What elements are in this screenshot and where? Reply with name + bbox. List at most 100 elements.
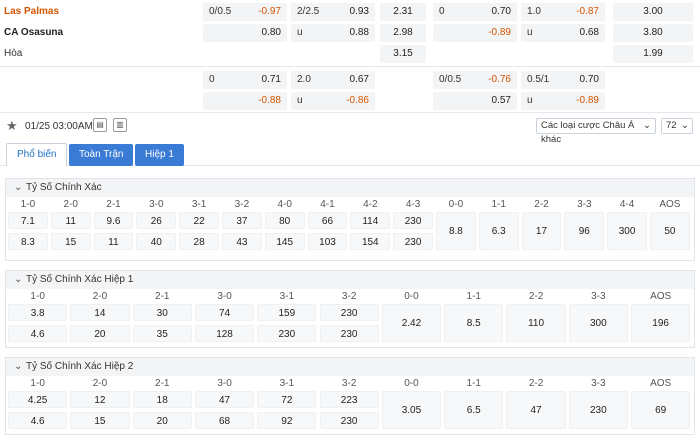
score-odds-cell[interactable]: 8.3 <box>8 233 48 250</box>
odds-cell[interactable]: -0.88 <box>203 92 287 110</box>
score-odds-cell[interactable]: 103 <box>307 233 348 250</box>
odds-cell[interactable]: 0.80 <box>203 24 287 42</box>
score-header: 4-1 <box>320 199 335 210</box>
score-odds-cell[interactable]: 12 <box>70 391 130 408</box>
odds-cell[interactable]: 0.5/1 0.70 <box>521 71 605 89</box>
odds-cell[interactable]: u -0.86 <box>291 92 375 110</box>
score-odds-cell[interactable]: 47 <box>506 391 566 429</box>
score-odds-cell[interactable]: 6.5 <box>444 391 504 429</box>
score-odds-cell[interactable]: 20 <box>132 412 192 429</box>
chevron-down-icon: ⌄ <box>14 182 23 193</box>
score-odds-cell[interactable]: 20 <box>70 325 130 342</box>
stats-chart-icon[interactable]: ▥ <box>113 118 127 132</box>
score-odds-cell[interactable]: 230 <box>393 233 433 250</box>
odds-cell[interactable]: 2.98 <box>380 24 426 42</box>
score-odds-cell[interactable]: 80 <box>264 212 305 229</box>
score-odds-cell[interactable]: 4.25 <box>8 391 68 408</box>
score-odds-cell[interactable]: 74 <box>194 304 255 321</box>
score-odds-cell[interactable]: 9.6 <box>93 212 134 229</box>
odds-cell[interactable]: 0/0.5 -0.76 <box>433 71 517 89</box>
score-header: 2-2 <box>528 291 544 302</box>
odds-cell[interactable]: u 0.88 <box>291 24 375 42</box>
panel-header[interactable]: ⌄ Tỷ Số Chính Xác <box>6 179 694 197</box>
odds-cell[interactable]: 0/0.5 -0.97 <box>203 3 287 21</box>
score-odds-cell[interactable]: 230 <box>393 212 433 229</box>
panel-header[interactable]: ⌄ Tỷ Số Chính Xác Hiệp 1 <box>6 271 694 289</box>
score-odds-cell[interactable]: 47 <box>194 391 255 408</box>
score-odds-cell[interactable]: 114 <box>350 212 391 229</box>
score-header: 3-0 <box>217 378 232 389</box>
score-odds-cell[interactable]: 14 <box>70 304 130 321</box>
score-odds-cell[interactable]: 230 <box>319 412 379 429</box>
odds-cell[interactable]: u -0.89 <box>521 92 605 110</box>
score-odds-cell[interactable]: 230 <box>319 304 379 321</box>
score-odds-cell[interactable]: 145 <box>264 233 305 250</box>
star-icon[interactable]: ★ <box>6 118 18 134</box>
score-odds-cell[interactable]: 72 <box>257 391 317 408</box>
odds-cell[interactable]: 2.31 <box>380 3 426 21</box>
score-odds-cell[interactable]: 223 <box>319 391 379 408</box>
odds-cell[interactable]: 3.15 <box>380 45 426 63</box>
score-odds-cell[interactable]: 196 <box>631 304 691 342</box>
score-odds-cell[interactable]: 110 <box>506 304 566 342</box>
odds-cell[interactable]: 3.00 <box>613 3 693 21</box>
bet-type-dropdown[interactable]: Các loại cược Châu Á khác ⌄ <box>536 118 656 145</box>
score-odds-cell[interactable]: 28 <box>179 233 219 250</box>
score-odds-cell[interactable]: 7.1 <box>8 212 48 229</box>
panel-header[interactable]: ⌄ Tỷ Số Chính Xác Hiệp 2 <box>6 358 694 376</box>
score-odds-cell[interactable]: 18 <box>132 391 192 408</box>
score-header: 2-0 <box>63 199 78 210</box>
score-odds-cell[interactable]: 230 <box>257 325 317 342</box>
score-odds-cell[interactable]: 3.05 <box>381 391 442 429</box>
score-odds-cell[interactable]: 37 <box>222 212 262 229</box>
odds-cell[interactable]: 0 0.70 <box>433 3 517 21</box>
score-odds-cell[interactable]: 8.5 <box>444 304 504 342</box>
score-odds-cell[interactable]: 35 <box>132 325 192 342</box>
score-odds-cell[interactable]: 159 <box>257 304 317 321</box>
score-odds-cell[interactable]: 128 <box>194 325 255 342</box>
odds-cell[interactable]: 2/2.5 0.93 <box>291 3 375 21</box>
score-odds-cell[interactable]: 300 <box>607 212 647 250</box>
calendar-icon[interactable]: ▤ <box>93 118 107 132</box>
score-odds-cell[interactable]: 230 <box>319 325 379 342</box>
score-odds-cell[interactable]: 26 <box>136 212 177 229</box>
score-odds-cell[interactable]: 11 <box>93 233 134 250</box>
score-odds-cell[interactable]: 230 <box>568 391 628 429</box>
score-odds-cell[interactable]: 68 <box>194 412 255 429</box>
odds-cell[interactable]: 1.0 -0.87 <box>521 3 605 21</box>
market-count-dropdown[interactable]: 72 ⌄ <box>661 118 693 134</box>
score-odds-cell[interactable]: 300 <box>568 304 628 342</box>
odds-cell[interactable]: 2.0 0.67 <box>291 71 375 89</box>
score-odds-cell[interactable]: 154 <box>350 233 391 250</box>
score-odds-cell[interactable]: 30 <box>132 304 192 321</box>
score-odds-cell[interactable]: 15 <box>70 412 130 429</box>
odds-cell[interactable]: -0.89 <box>433 24 517 42</box>
odds-cell[interactable]: 0.57 <box>433 92 517 110</box>
score-odds-cell[interactable]: 6.3 <box>478 212 519 250</box>
score-odds-cell[interactable]: 96 <box>564 212 605 250</box>
score-odds-cell[interactable]: 17 <box>521 212 562 250</box>
tab-first-half[interactable]: Hiệp 1 <box>135 144 184 166</box>
odds-cell[interactable]: 3.80 <box>613 24 693 42</box>
score-odds-cell[interactable]: 15 <box>50 233 91 250</box>
score-odds-cell[interactable]: 50 <box>650 212 690 250</box>
score-odds-cell[interactable]: 8.8 <box>436 212 476 250</box>
score-odds-cell[interactable]: 22 <box>179 212 219 229</box>
score-header: 4-4 <box>619 199 635 210</box>
score-odds-cell[interactable]: 4.6 <box>8 325 68 342</box>
correct-score-panel: ⌄ Tỷ Số Chính Xác 1-0 2-0 2-1 3-0 3-1 3-2 4-0 4-… <box>5 178 695 261</box>
score-odds-cell[interactable]: 11 <box>50 212 91 229</box>
odds-cell[interactable]: 1.99 <box>613 45 693 63</box>
score-odds-cell[interactable]: 69 <box>631 391 691 429</box>
tab-popular[interactable]: Phổ biến <box>6 143 68 166</box>
score-odds-cell[interactable]: 40 <box>136 233 177 250</box>
score-odds-cell[interactable]: 66 <box>307 212 348 229</box>
tab-full-match[interactable]: Toàn Trận <box>69 144 134 166</box>
score-odds-cell[interactable]: 2.42 <box>381 304 442 342</box>
score-odds-cell[interactable]: 43 <box>222 233 262 250</box>
score-odds-cell[interactable]: 4.6 <box>8 412 68 429</box>
odds-cell[interactable]: u 0.68 <box>521 24 605 42</box>
odds-cell[interactable]: 0 0.71 <box>203 71 287 89</box>
score-odds-cell[interactable]: 92 <box>257 412 317 429</box>
score-odds-cell[interactable]: 3.8 <box>8 304 68 321</box>
